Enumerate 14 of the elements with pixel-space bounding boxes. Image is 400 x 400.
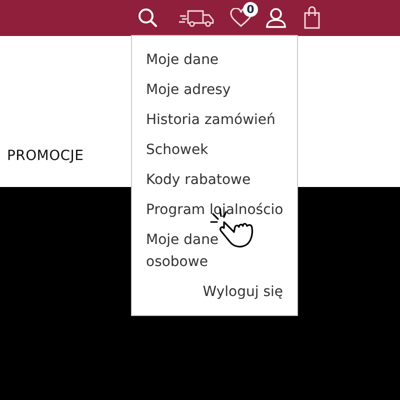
shopping-bag-icon[interactable] <box>303 6 321 30</box>
menu-item[interactable]: Moje dane <box>146 49 284 71</box>
wishlist-count: 0 <box>243 2 258 17</box>
logout-link[interactable]: Wyloguj się <box>202 281 283 303</box>
menu-item[interactable]: Kody rabatowe <box>146 169 284 191</box>
user-icon[interactable] <box>265 7 287 29</box>
truck-icon[interactable] <box>179 8 215 28</box>
search-icon[interactable] <box>137 7 159 29</box>
menu-item[interactable]: Historia zamówień <box>146 109 284 131</box>
menu-item[interactable]: Moje adresy <box>146 79 284 101</box>
menu-item[interactable]: Program lojalnościo <box>146 199 284 221</box>
nav-link[interactable]: PROMOCJE <box>7 148 84 164</box>
menu-item[interactable]: Schowek <box>146 139 284 161</box>
menu-item[interactable]: Moje dane osobowe <box>146 229 284 273</box>
